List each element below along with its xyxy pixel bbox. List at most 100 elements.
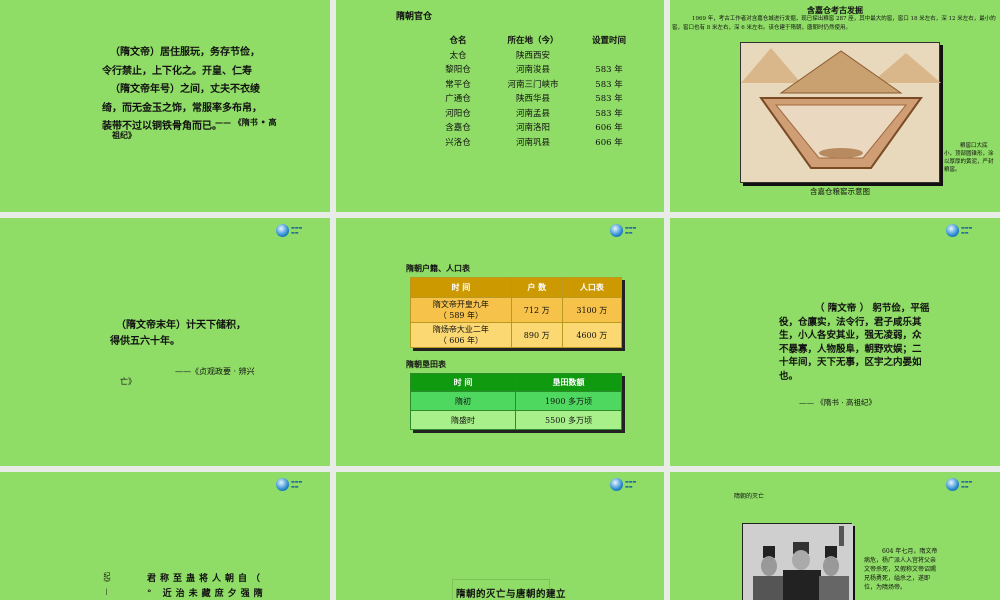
- households-cell: 712 万: [510, 297, 563, 323]
- location-cell: 河南巩县: [515, 137, 550, 148]
- quote-line: 令行禁止，上下化之。开皇、仁寿: [102, 65, 252, 77]
- table-row: 隋文帝开皇九年 （ 589 年） 712 万 3100 万: [410, 297, 623, 323]
- globe-icon: [946, 223, 959, 237]
- quote-source-cont: 亡》: [120, 377, 136, 386]
- granary-diagram-image: [740, 42, 941, 183]
- slide-thumbnail-4[interactable]: ▬▬▬ ▬▬ （隋文帝末年）计天下储积， 得供五六十年。 ——《贞观政要 · 辨兴…: [0, 218, 330, 466]
- column-header: 人口表: [561, 277, 623, 298]
- granary-name-cell: 含嘉仓: [445, 123, 471, 133]
- logo-mark: ▬▬▬ ▬▬: [291, 479, 303, 489]
- population-table: 时 间 户 数 人口表 隋文帝开皇九年 （ 589 年） 712 万 3100 万…: [410, 277, 623, 348]
- area-cell: 1900 多万顷: [515, 391, 622, 411]
- population-cell: 3100 万: [561, 297, 623, 323]
- year-text: （ 606 年）: [438, 336, 484, 345]
- globe-icon: [276, 477, 289, 491]
- slide-thumbnail-6[interactable]: ▬▬▬ ▬▬ （ 隋文帝 ） 躬节俭，平徭 役，仓廪实，法令行，君子咸乐其 生，小…: [670, 218, 1000, 466]
- table-header-row: 仓名 所在地（今） 设置时间: [426, 34, 642, 49]
- side-note: 粮窖口大底小，顶部圆锥形，涂以厚厚的黄泥，严封粮窖。: [944, 143, 994, 173]
- granary-table: 仓名 所在地（今） 设置时间 太仓 陕西西安 黎阳仓 河南浚县 583 年 常平仓 河南三门…: [426, 34, 642, 150]
- table-row: 常平仓 河南三门峡市 583 年: [426, 78, 642, 93]
- location-cell: 陕西西安: [515, 50, 550, 61]
- slide-thumbnail-3[interactable]: 含嘉仓考古发掘 1969 年，考古工作者对含嘉仓城进行发掘，现已探出粮窖 287…: [670, 0, 1000, 212]
- column-header: 设置时间: [591, 36, 626, 46]
- quote-text: （ 隋文帝 ） 躬节俭，平徭 役，仓廪实，法令行，君子咸乐其 生，小人各安其业，…: [779, 302, 929, 383]
- year-cell: 606 年: [595, 137, 623, 148]
- table-title: 隋朝户籍、人口表: [406, 264, 470, 273]
- table-row: 广通仓 陕西华县 583 年: [426, 92, 642, 107]
- slide-title: 隋朝的灭亡与唐朝的建立: [456, 589, 567, 600]
- year-cell: [576, 49, 642, 64]
- time-cell: 隋盛时: [410, 410, 516, 430]
- granary-name-cell: 广通仓: [445, 94, 471, 104]
- table-row: 兴洛仓 河南巩县 606 年: [426, 136, 642, 151]
- quote-line: 也。: [779, 370, 799, 382]
- globe-icon: [610, 223, 623, 237]
- column-header: 户 数: [510, 277, 563, 298]
- column-header: 仓名: [449, 36, 467, 46]
- logo-mark: ▬▬▬ ▬▬: [625, 225, 637, 235]
- table-title: 隋朝垦田表: [406, 360, 446, 369]
- year-cell: 583 年: [595, 79, 623, 90]
- quote-line: （隋文帝）居住服玩，务存节俭，: [110, 47, 260, 58]
- quote-line: 不暴寡，人物殷阜，朝野欢娱；二: [779, 343, 922, 355]
- slide-thumbnail-5[interactable]: ▬▬▬ ▬▬ 隋朝户籍、人口表 时 间 户 数 人口表 隋文帝开皇九年 （ 589 …: [336, 218, 664, 466]
- quote-line: 生，小人各安其业，强无凌弱，众: [779, 330, 922, 341]
- image-caption: 含嘉仓粮窖示意图: [810, 187, 870, 196]
- globe-icon: [276, 223, 289, 237]
- logo-mark: ▬▬▬ ▬▬: [961, 225, 973, 235]
- logo: ▬▬▬ ▬▬: [610, 477, 656, 491]
- quote-text: （隋文帝末年）计天下储积， 得供五六十年。: [110, 318, 246, 350]
- vertical-quote-row: 君称至蛊将人朝自（: [147, 574, 265, 584]
- table-header-row: 时 间 户 数 人口表: [410, 277, 623, 298]
- location-cell: 河南浚县: [515, 65, 550, 75]
- slide-thumbnail-2[interactable]: 隋朝官仓 仓名 所在地（今） 设置时间 太仓 陕西西安 黎阳仓 河南浚县 583 年常平…: [336, 0, 664, 212]
- slide-thumbnail-1[interactable]: （隋文帝）居住服玩，务存节俭， 令行禁止，上下化之。开皇、仁寿 （隋文帝年号）之…: [0, 0, 330, 212]
- table-row: 隋盛时 5500 多万顷: [410, 410, 622, 430]
- portrait-figures: [743, 524, 853, 600]
- granary-name-cell: 常平仓: [445, 79, 471, 90]
- farmland-table: 时 间 垦田数额 隋初 1900 多万顷 隋盛时 5500 多万顷: [410, 373, 622, 430]
- slide-body: 604 年七月，隋文帝病危，杨广派人入宫将父亲文帝杀死，又假称文帝诏赐兄杨勇死，…: [864, 548, 938, 591]
- time-cell: 隋文帝开皇九年 （ 589 年）: [410, 297, 512, 323]
- quote-line: （隋文帝年号）之间，丈夫不衣绫: [110, 84, 260, 95]
- location-cell: 河南洛阳: [515, 123, 550, 133]
- granary-name-cell: 河阳仓: [445, 108, 471, 119]
- slide-thumbnail-7[interactable]: ▬▬▬ ▬▬ 君称至蛊将人朝自（ ° 近治未藏庶夕强隋 纪》 — 《隋: [0, 472, 330, 600]
- logo-mark: ▬▬▬ ▬▬: [625, 479, 637, 489]
- table-row: 黎阳仓 河南浚县 583 年: [426, 63, 642, 78]
- logo-mark: ▬▬▬ ▬▬: [291, 225, 303, 235]
- granary-name-cell: 黎阳仓: [445, 65, 471, 75]
- quote-source: —— 《隋书 · 高祖纪》: [799, 398, 877, 407]
- table-row: 隋初 1900 多万顷: [410, 391, 622, 411]
- time-cell: 隋初: [410, 391, 516, 411]
- column-header: 时 间: [410, 277, 512, 298]
- year-cell: 606 年: [595, 123, 623, 133]
- location-cell: 河南三门峡市: [507, 79, 559, 90]
- year-cell: 583 年: [595, 94, 623, 104]
- logo-mark: ▬▬▬ ▬▬: [961, 479, 973, 489]
- logo: ▬▬▬ ▬▬: [946, 223, 992, 237]
- logo: ▬▬▬ ▬▬: [276, 477, 322, 491]
- quote-line: 得供五六十年。: [110, 336, 180, 347]
- slide-thumbnail-8[interactable]: ▬▬▬ ▬▬ 隋朝的灭亡与唐朝的建立: [336, 472, 664, 600]
- column-header: 所在地（今）: [507, 36, 559, 46]
- emperor-portrait-image: [742, 523, 853, 600]
- population-cell: 4600 万: [561, 322, 623, 348]
- granary-pit-illustration: [741, 48, 941, 169]
- globe-icon: [610, 477, 623, 491]
- slide-title: 隋朝官仓: [396, 12, 433, 22]
- table-header-row: 时 间 垦田数额: [410, 373, 622, 392]
- globe-icon: [946, 477, 959, 491]
- table-row: 太仓 陕西西安: [426, 49, 642, 64]
- slide-thumbnail-9[interactable]: ▬▬▬ ▬▬ 隋朝的灭亡 604 年七月，隋文帝病危，杨广派人入宫将父亲文帝杀死，…: [670, 472, 1000, 600]
- quote-line: 役，仓廪实，法令行，君子咸乐其: [779, 316, 922, 328]
- logo: ▬▬▬ ▬▬: [610, 223, 656, 237]
- quote-source-cont: 祖纪》: [112, 131, 136, 140]
- slide-body: 1969 年，考古工作者对含嘉仓城进行发掘，现已探出粮窖 287 座，其中最大的…: [672, 16, 996, 31]
- column-header: 垦田数额: [515, 373, 622, 392]
- table-row: 隋炀帝大业二年 （ 606 年） 890 万 4600 万: [410, 322, 623, 348]
- quote-source: —— 《隋书 • 高: [215, 118, 277, 127]
- quote-line: 十年间，天下无事，区宇之内晏如: [779, 357, 922, 368]
- vertical-quote-row: ° 近治未藏庶夕强隋: [147, 589, 267, 599]
- quote-source: ——《贞观政要 · 辨兴: [175, 367, 255, 376]
